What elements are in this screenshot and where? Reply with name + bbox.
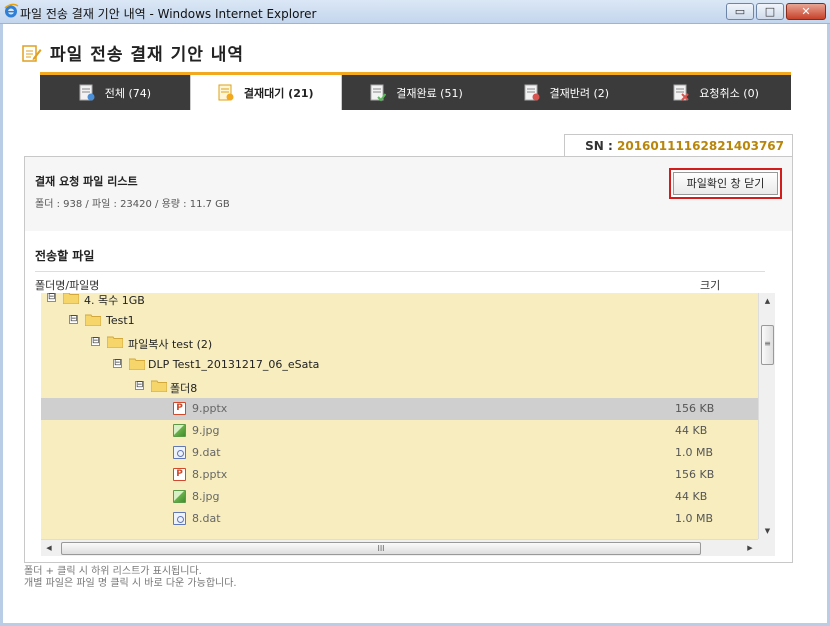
- request-summary: 폴더 : 938 / 파일 : 23420 / 용량 : 11.7 GB: [35, 199, 230, 210]
- sn-label: SN :: [585, 139, 613, 153]
- tree-folder-row[interactable]: ⊟ 폴더8: [41, 376, 758, 398]
- window-titlebar: 파일 전송 결재 기안 내역 - Windows Internet Explor…: [0, 0, 830, 24]
- image-file-icon: [173, 490, 186, 503]
- hint-folder-expand: 폴더 + 클릭 시 하위 리스트가 표시됩니다.: [24, 566, 202, 577]
- horizontal-scrollbar[interactable]: ◀ III ▶: [41, 539, 758, 556]
- tree-folder-row[interactable]: ⊟ 파일복사 test (2): [41, 332, 758, 354]
- folder-name: DLP Test1_20131217_06_eSata: [148, 358, 320, 371]
- document-edit-icon: [22, 44, 42, 62]
- file-name-link[interactable]: 8.jpg: [192, 490, 220, 503]
- tab-rejected[interactable]: 결재반려 (2): [491, 75, 641, 110]
- file-list-title: 전송할 파일: [35, 249, 95, 263]
- tree-folder-row[interactable]: ⊟ DLP Test1_20131217_06_eSata: [41, 354, 758, 376]
- window-controls: ▭ □ ✕: [726, 3, 826, 20]
- tree-file-row[interactable]: 8.dat 1.0 MB: [41, 508, 758, 530]
- pptx-file-icon: P: [173, 468, 186, 481]
- scrollbar-corner: [758, 539, 775, 556]
- folder-icon: [85, 314, 101, 326]
- tree-file-row[interactable]: 9.jpg 44 KB: [41, 420, 758, 442]
- document-icon: [79, 84, 95, 100]
- sn-value: 20160111162821403767: [617, 139, 784, 153]
- status-tab-bar: 전체 (74) 결재대기 (21) 결재완료 (51) 결재반려 (2) 요청취…: [40, 72, 791, 110]
- tab-pending-label: 결재대기 (21): [243, 86, 314, 100]
- file-tree: ⊟ 4. 목수 1GB ⊟ Test1 ⊟ 파일복사 test (2) ⊟ DL…: [41, 293, 758, 539]
- tab-pending[interactable]: 결재대기 (21): [189, 75, 342, 110]
- file-size: 1.0 MB: [675, 446, 714, 459]
- file-name-link[interactable]: 9.jpg: [192, 424, 220, 437]
- minimize-icon: ▭: [734, 5, 746, 18]
- folder-icon: [129, 358, 145, 370]
- tree-file-row[interactable]: 8.jpg 44 KB: [41, 486, 758, 508]
- tree-file-row[interactable]: 9.dat 1.0 MB: [41, 442, 758, 464]
- tree-folder-row[interactable]: ⊟ Test1: [41, 310, 758, 332]
- column-header-size: 크기: [700, 279, 721, 292]
- scroll-up-icon[interactable]: ▲: [759, 293, 776, 309]
- tab-approved-label: 결재완료 (51): [396, 86, 463, 100]
- tree-file-row[interactable]: P 9.pptx 156 KB: [41, 398, 758, 420]
- internet-explorer-icon: [4, 3, 19, 18]
- folder-name: 폴더8: [170, 382, 198, 395]
- file-size: 44 KB: [675, 490, 708, 503]
- tab-all-label: 전체 (74): [104, 86, 152, 100]
- cancel-doc-icon: [673, 84, 690, 101]
- image-file-icon: [173, 424, 186, 437]
- file-size: 1.0 MB: [675, 512, 714, 525]
- collapse-icon[interactable]: ⊟: [91, 337, 100, 346]
- scroll-down-icon[interactable]: ▼: [759, 523, 776, 539]
- window-title: 파일 전송 결재 기안 내역 - Windows Internet Explor…: [20, 7, 317, 21]
- minimize-button[interactable]: ▭: [726, 3, 754, 20]
- tree-file-row[interactable]: P 8.pptx 156 KB: [41, 464, 758, 486]
- collapse-icon[interactable]: ⊟: [113, 359, 122, 368]
- close-file-view-label: 파일확인 창 닫기: [673, 172, 778, 195]
- pending-doc-icon: [218, 84, 234, 100]
- pptx-file-icon: P: [173, 402, 186, 415]
- page-title: 파일 전송 결재 기안 내역: [22, 40, 244, 65]
- close-window-button[interactable]: ✕: [786, 3, 826, 20]
- horizontal-scroll-thumb[interactable]: III: [61, 542, 701, 555]
- folder-icon: [63, 293, 79, 304]
- tab-cancelled-label: 요청취소 (0): [699, 86, 759, 100]
- file-list-area: 전송할 파일 폴더명/파일명 크기 ⊟ 4. 목수 1GB ⊟ Test1 ⊟ …: [25, 231, 792, 562]
- maximize-button[interactable]: □: [756, 3, 784, 20]
- folder-icon: [107, 336, 123, 348]
- request-panel: 결재 요청 파일 리스트 폴더 : 938 / 파일 : 23420 / 용량 …: [24, 156, 793, 563]
- file-list-header: 폴더명/파일명 크기: [35, 271, 765, 293]
- close-file-view-button[interactable]: 파일확인 창 닫기: [669, 168, 782, 199]
- folder-icon: [151, 380, 167, 392]
- vertical-scroll-thumb[interactable]: ≡: [761, 325, 774, 365]
- collapse-icon[interactable]: ⊟: [69, 315, 78, 324]
- hint-file-download: 개별 파일은 파일 명 클릭 시 바로 다운 가능합니다.: [24, 578, 237, 589]
- column-header-name: 폴더명/파일명: [35, 279, 100, 292]
- page-title-text: 파일 전송 결재 기안 내역: [50, 45, 245, 65]
- file-size: 156 KB: [675, 468, 715, 481]
- serial-number: SN : 20160111162821403767: [564, 134, 793, 157]
- folder-name: 파일복사 test (2): [128, 338, 213, 351]
- folder-name: 4. 목수 1GB: [84, 294, 145, 307]
- file-name-link[interactable]: 8.pptx: [192, 468, 227, 481]
- data-file-icon: [173, 446, 186, 459]
- file-name-link[interactable]: 9.dat: [192, 446, 221, 459]
- window-frame-left: [0, 24, 3, 626]
- approved-doc-icon: [370, 84, 387, 102]
- file-name-link[interactable]: 9.pptx: [192, 402, 227, 415]
- data-file-icon: [173, 512, 186, 525]
- maximize-icon: □: [764, 5, 776, 18]
- tree-folder-row[interactable]: ⊟ 4. 목수 1GB: [41, 293, 758, 310]
- tab-approved[interactable]: 결재완료 (51): [342, 75, 492, 110]
- file-name-link[interactable]: 8.dat: [192, 512, 221, 525]
- tab-rejected-label: 결재반려 (2): [549, 86, 610, 100]
- request-list-title: 결재 요청 파일 리스트: [35, 175, 138, 188]
- file-size: 44 KB: [675, 424, 708, 437]
- collapse-icon[interactable]: ⊟: [47, 293, 56, 302]
- tab-all[interactable]: 전체 (74): [40, 75, 190, 110]
- vertical-scrollbar[interactable]: ▲ ≡ ▼: [758, 293, 775, 539]
- scroll-left-icon[interactable]: ◀: [41, 540, 57, 557]
- scroll-right-icon[interactable]: ▶: [742, 540, 758, 557]
- close-icon: ✕: [801, 5, 811, 18]
- rejected-doc-icon: [524, 84, 539, 100]
- tab-cancelled[interactable]: 요청취소 (0): [641, 75, 791, 110]
- folder-name: Test1: [106, 314, 135, 327]
- collapse-icon[interactable]: ⊟: [135, 381, 144, 390]
- file-size: 156 KB: [675, 402, 715, 415]
